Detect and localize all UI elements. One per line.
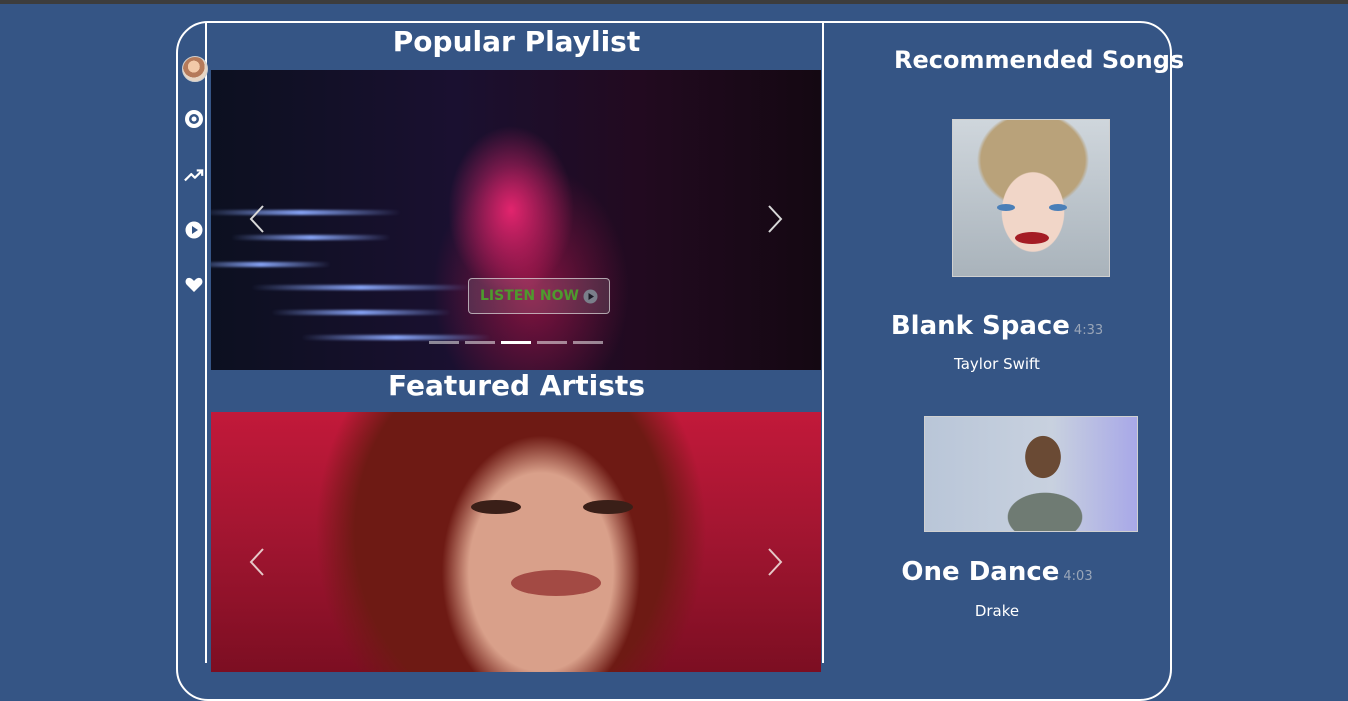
sidebar xyxy=(178,23,208,663)
song-title[interactable]: One Dance 4:03 xyxy=(824,557,1170,587)
light-streak xyxy=(211,210,401,215)
carousel-indicators xyxy=(429,341,603,344)
playlist-carousel[interactable]: LISTEN NOW xyxy=(211,70,821,370)
chevron-left-icon xyxy=(249,205,264,233)
chevron-left-icon xyxy=(249,548,264,576)
carousel-prev-button[interactable] xyxy=(244,545,270,579)
chevron-right-icon xyxy=(768,548,783,576)
recommended-songs-panel: Recommended Songs Blank Space 4:33 Taylor… xyxy=(824,23,1184,663)
artist-image-detail xyxy=(471,500,521,514)
featured-artists-carousel[interactable] xyxy=(211,412,821,672)
window-top-bar xyxy=(0,0,1348,4)
play-circle-icon[interactable] xyxy=(184,220,204,240)
avatar[interactable] xyxy=(182,56,208,82)
song-title-text: One Dance xyxy=(901,557,1060,587)
cover-detail xyxy=(1015,232,1049,244)
popular-playlist-title: Popular Playlist xyxy=(392,25,641,58)
listen-now-button[interactable]: LISTEN NOW xyxy=(468,278,610,314)
song-duration: 4:33 xyxy=(1073,323,1104,338)
carousel-next-button[interactable] xyxy=(762,545,788,579)
artist-image-detail xyxy=(583,500,633,514)
song-title[interactable]: Blank Space 4:33 xyxy=(824,311,1170,341)
trending-icon[interactable] xyxy=(184,165,204,185)
light-streak xyxy=(211,262,331,267)
artist-image-detail xyxy=(511,570,601,596)
carousel-next-button[interactable] xyxy=(762,202,788,236)
disc-icon[interactable] xyxy=(184,109,204,129)
play-circle-icon xyxy=(583,289,598,303)
song-title-text: Blank Space xyxy=(890,311,1070,341)
song-duration: 4:03 xyxy=(1063,569,1093,584)
cover-detail xyxy=(1049,204,1067,211)
featured-artists-title: Featured Artists xyxy=(388,369,645,402)
light-streak xyxy=(301,335,491,340)
light-streak xyxy=(271,310,451,315)
carousel-indicator[interactable] xyxy=(429,341,459,344)
recommended-songs-title: Recommended Songs xyxy=(894,46,1185,74)
song-artist: Drake xyxy=(974,602,1020,620)
light-streak xyxy=(251,285,471,290)
carousel-indicator[interactable] xyxy=(573,341,603,344)
cover-detail xyxy=(997,204,1015,211)
listen-now-label: LISTEN NOW xyxy=(480,288,579,304)
song-cover-image[interactable] xyxy=(952,119,1110,277)
main-content: Popular Playlist LISTEN NOW Featured Art… xyxy=(211,23,824,672)
carousel-indicator[interactable] xyxy=(465,341,495,344)
song-cover-image[interactable] xyxy=(924,416,1138,532)
carousel-prev-button[interactable] xyxy=(244,202,270,236)
carousel-indicator[interactable] xyxy=(537,341,567,344)
song-artist: Taylor Swift xyxy=(954,355,1040,373)
carousel-indicator-active[interactable] xyxy=(501,341,531,344)
heart-icon[interactable] xyxy=(184,275,204,295)
chevron-right-icon xyxy=(768,205,783,233)
